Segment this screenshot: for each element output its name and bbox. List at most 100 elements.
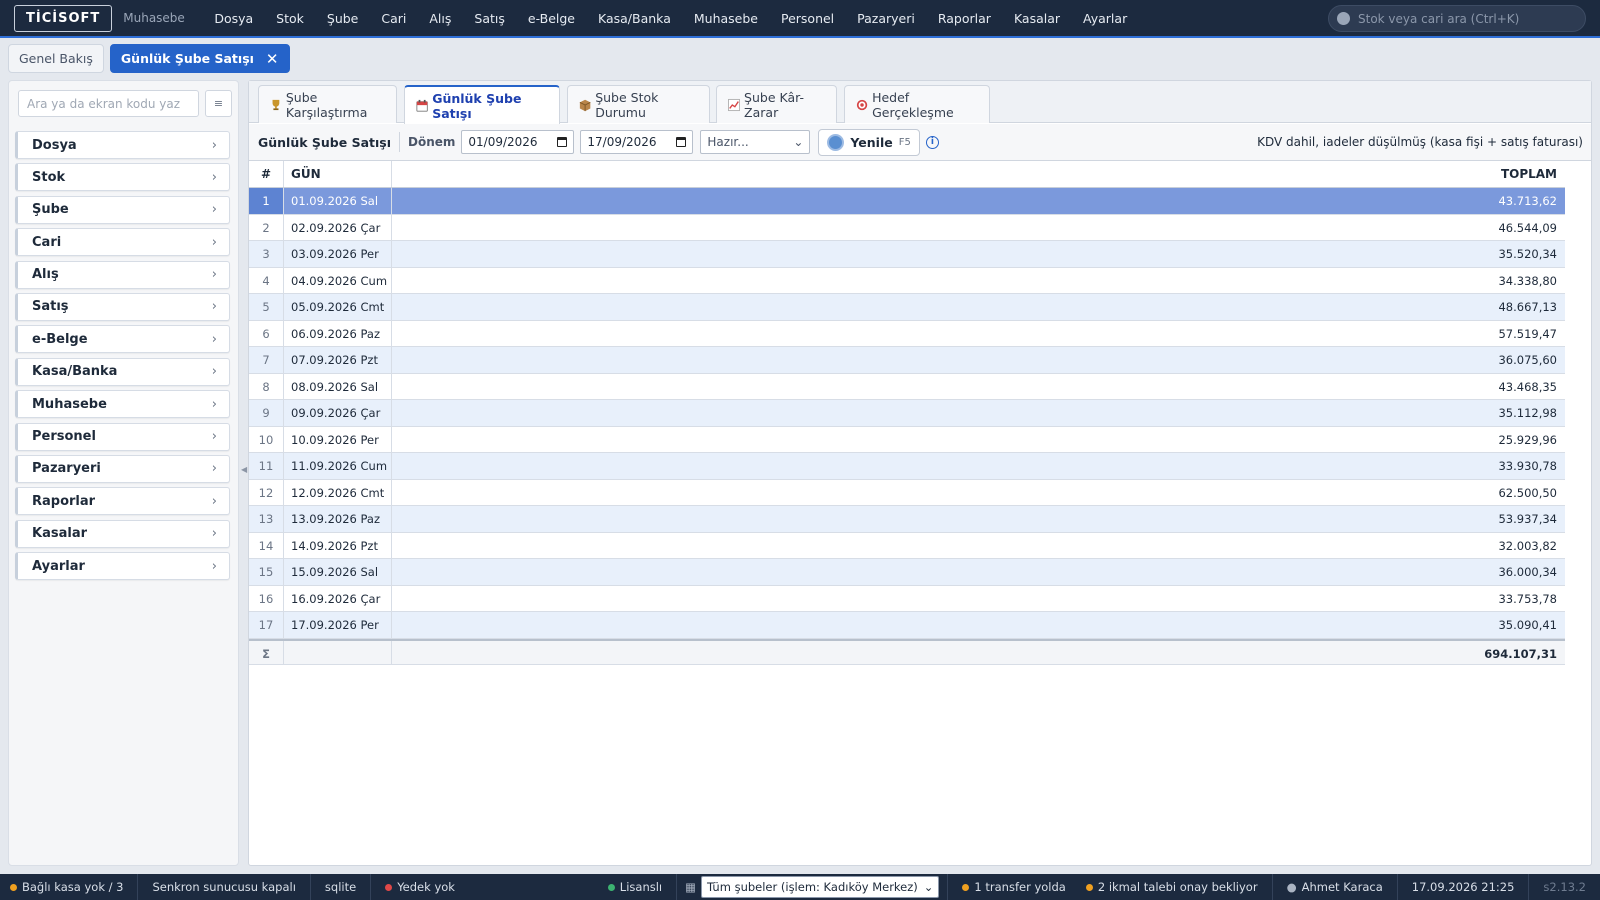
tab-gunluk-sube-satisi[interactable]: Günlük Şube Satışı <box>404 85 560 124</box>
doctab-genel-bakis[interactable]: Genel Bakış <box>8 44 104 73</box>
table-row[interactable]: 10 10.09.2026 Per 25.929,96 <box>249 426 1565 453</box>
topnav-cari[interactable]: Cari <box>370 11 418 26</box>
row-total: 43.713,62 <box>1498 194 1557 208</box>
requests-status[interactable]: 2 ikmal talebi onay bekliyor <box>1072 874 1273 900</box>
table-row[interactable]: 1 01.09.2026 Sal 43.713,62 <box>249 188 1565 215</box>
sidebar-item-stok[interactable]: Stok › <box>15 163 230 192</box>
sidebar-item-personel[interactable]: Personel › <box>15 422 230 451</box>
sidebar-item-label: Cari <box>32 234 62 250</box>
info-icon[interactable]: i <box>925 135 939 149</box>
row-num: 17 <box>249 612 284 638</box>
sidebar-item-cari[interactable]: Cari › <box>15 228 230 257</box>
topnav-kasalar[interactable]: Kasalar <box>1002 11 1071 26</box>
tab-sube-kar-zarar[interactable]: Şube Kâr-Zarar <box>716 85 837 123</box>
global-search <box>1328 5 1586 32</box>
table-row[interactable]: 14 14.09.2026 Pzt 32.003,82 <box>249 532 1565 559</box>
sidebar-item-ayarlar[interactable]: Ayarlar › <box>15 552 230 581</box>
table-row[interactable]: 9 09.09.2026 Çar 35.112,98 <box>249 400 1565 427</box>
table-row[interactable]: 16 16.09.2026 Çar 33.753,78 <box>249 585 1565 612</box>
row-total: 34.338,80 <box>1498 273 1557 288</box>
topnav-satis[interactable]: Satış <box>463 11 516 26</box>
grid-total-row: Σ 694.107,31 <box>249 638 1565 665</box>
table-row[interactable]: 4 04.09.2026 Cum 34.338,80 <box>249 267 1565 294</box>
close-icon[interactable]: ✕ <box>266 45 279 73</box>
transfer-status[interactable]: 1 transfer yolda <box>948 874 1071 900</box>
status-dot-icon <box>962 883 970 891</box>
row-num: 12 <box>249 479 284 505</box>
sidebar-item-alis[interactable]: Alış › <box>15 260 230 289</box>
sidebar-item-label: Muhasebe <box>32 396 107 412</box>
table-row[interactable]: 15 15.09.2026 Sal 36.000,34 <box>249 559 1565 586</box>
status-dot-icon <box>1085 883 1093 891</box>
app-logo[interactable]: TİCİSOFT <box>14 4 113 32</box>
table-row[interactable]: 8 08.09.2026 Sal 43.468,35 <box>249 373 1565 400</box>
branch-select-value: Tüm şubeler (işlem: Kadıköy Merkez) <box>706 880 918 894</box>
date-to-field[interactable]: 17/09/2026 <box>580 130 694 154</box>
date-from-field[interactable]: 01/09/2026 <box>461 130 575 154</box>
branch-select[interactable]: Tüm şubeler (işlem: Kadıköy Merkez) ⌄ <box>700 876 940 898</box>
table-row[interactable]: 13 13.09.2026 Paz 53.937,34 <box>249 506 1565 533</box>
topnav-personel[interactable]: Personel <box>769 11 845 26</box>
topnav-pazaryeri[interactable]: Pazaryeri <box>846 11 927 26</box>
tab-hedef-gerceklesme[interactable]: Hedef Gerçekleşme <box>844 85 990 123</box>
db-status: sqlite <box>311 874 372 900</box>
table-row[interactable]: 11 11.09.2026 Cum 33.930,78 <box>249 453 1565 480</box>
sidebar-item-kasalar[interactable]: Kasalar › <box>15 519 230 548</box>
col-header-total[interactable]: TOPLAM <box>392 161 1565 187</box>
sidebar-item-sube[interactable]: Şube › <box>15 195 230 224</box>
table-row[interactable]: 5 05.09.2026 Cmt 48.667,13 <box>249 294 1565 321</box>
table-row[interactable]: 17 17.09.2026 Per 35.090,41 <box>249 612 1565 639</box>
doctab-gunluk-sube-satisi[interactable]: Günlük Şube Satışı ✕ <box>109 44 290 73</box>
tab-sube-stok-durumu[interactable]: Şube Stok Durumu <box>567 85 710 123</box>
table-row[interactable]: 7 07.09.2026 Pzt 36.075,60 <box>249 347 1565 374</box>
topnav-sube[interactable]: Şube <box>315 11 369 26</box>
row-num: 2 <box>249 214 284 240</box>
row-day: 10.09.2026 Per <box>284 426 392 452</box>
sidebar-item-dosya[interactable]: Dosya › <box>15 131 230 159</box>
preset-select[interactable]: Hazır... ⌄ <box>700 130 811 154</box>
col-header-day[interactable]: GÜN <box>284 161 392 187</box>
table-row[interactable]: 6 06.09.2026 Paz 57.519,47 <box>249 320 1565 347</box>
calendar-picker-icon[interactable] <box>676 137 687 147</box>
topnav-kasa-banka[interactable]: Kasa/Banka <box>587 11 683 26</box>
sidebar-item-raporlar[interactable]: Raporlar › <box>15 487 230 516</box>
global-search-input[interactable] <box>1358 11 1578 26</box>
topnav-raporlar[interactable]: Raporlar <box>926 11 1002 26</box>
row-day: 05.09.2026 Cmt <box>284 294 392 320</box>
sidebar-item-label: Satış <box>32 299 69 315</box>
table-row[interactable]: 12 12.09.2026 Cmt 62.500,50 <box>249 479 1565 506</box>
chevron-right-icon: › <box>211 267 217 283</box>
db-status-text: sqlite <box>324 880 357 894</box>
table-row[interactable]: 2 02.09.2026 Çar 46.544,09 <box>249 214 1565 241</box>
topnav-ebelge[interactable]: e-Belge <box>516 11 586 26</box>
sidebar-item-muhasebe[interactable]: Muhasebe › <box>15 390 230 419</box>
user-status[interactable]: ● Ahmet Karaca <box>1273 874 1398 900</box>
col-header-num[interactable]: # <box>249 161 284 187</box>
row-num: 7 <box>249 347 284 373</box>
topnav-alis[interactable]: Alış <box>418 11 463 26</box>
sidebar-item-pazaryeri[interactable]: Pazaryeri › <box>15 454 230 483</box>
sidebar-item-satis[interactable]: Satış › <box>15 292 230 321</box>
report-toolbar: Günlük Şube Satışı Dönem 01/09/2026 17/0… <box>249 124 1591 161</box>
topnav-dosya[interactable]: Dosya <box>203 11 265 26</box>
sidebar-item-ebelge[interactable]: e-Belge › <box>15 325 230 354</box>
module-tabs: Şube Karşılaştırma Günlük Şube Satışı Şu… <box>249 81 1591 124</box>
branch-selector: ▦ Tüm şubeler (işlem: Kadıköy Merkez) ⌄ <box>677 874 949 900</box>
top-bar: TİCİSOFT Muhasebe Dosya Stok Şube Cari A… <box>0 0 1600 38</box>
calendar-picker-icon[interactable] <box>557 137 568 147</box>
row-day: 16.09.2026 Çar <box>284 585 392 611</box>
requests-status-text: 2 ikmal talebi onay bekliyor <box>1097 880 1258 894</box>
topnav-stok[interactable]: Stok <box>265 11 316 26</box>
tab-sube-karsilastirma[interactable]: Şube Karşılaştırma <box>258 85 397 123</box>
topnav-muhasebe[interactable]: Muhasebe <box>682 11 769 26</box>
sidebar-item-kasa-banka[interactable]: Kasa/Banka › <box>15 357 230 386</box>
row-total: 35.112,98 <box>1498 406 1557 420</box>
table-row[interactable]: 3 03.09.2026 Per 35.520,34 <box>249 241 1565 268</box>
topnav-ayarlar[interactable]: Ayarlar <box>1072 11 1139 26</box>
refresh-button[interactable]: Yenile F5 <box>818 128 920 156</box>
row-num: 3 <box>249 241 284 267</box>
menu-toggle-icon[interactable]: ≡ <box>205 90 232 117</box>
collapse-sidebar-icon[interactable]: ◀ <box>241 465 247 474</box>
sidebar-search-input[interactable] <box>18 90 199 117</box>
chevron-down-icon: ⌄ <box>793 135 804 149</box>
